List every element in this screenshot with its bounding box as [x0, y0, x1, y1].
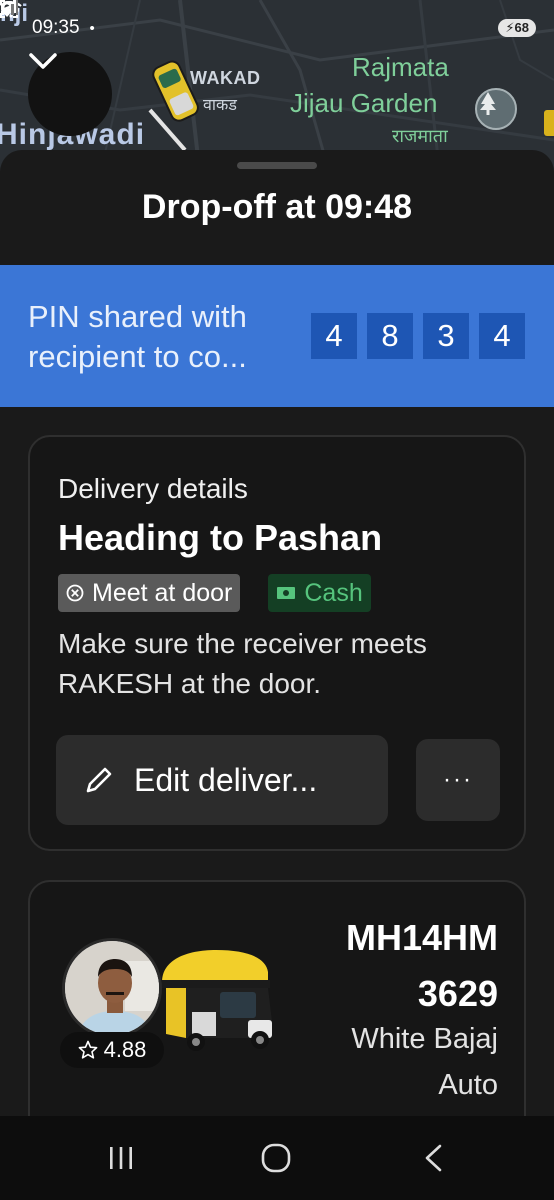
more-options-button[interactable]: ···: [416, 739, 500, 821]
driver-avatar[interactable]: [62, 938, 162, 1038]
home-icon: [261, 1143, 291, 1173]
cash-label: Cash: [304, 578, 363, 607]
delivery-heading: Heading to Pashan: [58, 517, 383, 558]
notification-icons: •: [0, 0, 95, 37]
edit-delivery-label: Edit deliver...: [134, 761, 318, 798]
collapse-button[interactable]: [28, 52, 112, 136]
auto-rickshaw-image: [162, 950, 272, 1051]
system-icons: ⚡68: [0, 0, 536, 37]
edit-delivery-button[interactable]: Edit deliver...: [56, 735, 388, 825]
pin-digit: 4: [311, 313, 357, 359]
driver-rating: 4.88: [60, 1032, 164, 1068]
pin-digit: 8: [367, 313, 413, 359]
map-label-wakad-marathi: वाकड: [203, 97, 237, 114]
pin-digit: 4: [479, 313, 525, 359]
sheet-drag-handle[interactable]: [237, 162, 317, 169]
map-label-wakad: WAKAD: [190, 68, 261, 88]
delivery-details-card: Delivery details Heading to Pashan Meet …: [28, 435, 526, 851]
signal-icon: [1, 0, 18, 15]
driver-vehicle-card[interactable]: 4.88 MH14HM 3629 White Bajaj Auto: [28, 880, 526, 1140]
back-icon: [425, 1144, 442, 1172]
meet-at-door-badge: Meet at door: [58, 574, 241, 612]
meet-at-door-label: Meet at door: [92, 578, 233, 607]
map-view[interactable]: nji WAKAD वाकड Rajmata Jijau Garden राजम…: [0, 0, 554, 175]
recent-apps-icon: [110, 1147, 132, 1169]
cash-icon: [277, 587, 296, 599]
door-x-icon: [66, 584, 84, 602]
license-plate-line2: 3629: [417, 973, 498, 1014]
system-navigation-bar: [0, 1116, 554, 1200]
recent-apps-button[interactable]: [104, 1138, 138, 1178]
dot-icon: •: [89, 19, 95, 37]
pin-banner: PIN shared with recipient to co... 4 8 3…: [0, 265, 554, 407]
tree-pin-icon[interactable]: [475, 88, 517, 130]
pin-digit: 3: [423, 313, 469, 359]
driver-photo: [65, 941, 159, 1035]
pencil-icon: [86, 767, 112, 793]
delivery-tags: Meet at door Cash: [58, 574, 371, 612]
pin-code: 4 8 3 4: [311, 313, 525, 359]
auto-rickshaw-icon: [152, 60, 199, 122]
map-label-jijau-garden: Jijau Garden: [290, 88, 438, 118]
status-time: 09:35: [32, 17, 80, 38]
vehicle-description: White Bajaj Auto: [351, 1023, 498, 1101]
chevron-down-icon: [29, 53, 57, 69]
trip-bottom-sheet[interactable]: Drop-off at 09:48 PIN shared with recipi…: [0, 150, 554, 1140]
pin-message: PIN shared with recipient to co...: [28, 299, 247, 374]
home-button[interactable]: [258, 1138, 294, 1178]
battery-indicator: ⚡68: [498, 19, 536, 37]
more-options-icon: ···: [443, 766, 473, 793]
delivery-note: Make sure the receiver meets RAKESH at t…: [58, 628, 427, 699]
status-bar: 09:35 • ⚡68: [0, 0, 554, 56]
map-label-rajmata: Rajmata: [352, 52, 449, 82]
dropoff-title: Drop-off at 09:48: [141, 188, 413, 226]
star-icon: [78, 1040, 97, 1059]
cash-badge: Cash: [268, 574, 371, 612]
license-plate-line1: MH14HM: [345, 917, 498, 958]
back-button[interactable]: [418, 1138, 448, 1178]
map-label-rajmata-marathi: राजमाता: [392, 126, 448, 146]
battery-bolt-icon: ⚡: [505, 20, 515, 35]
license-plate: MH14HM 3629: [346, 910, 498, 1022]
driver-rating-value: 4.88: [103, 1037, 147, 1062]
battery-level: 68: [514, 20, 529, 35]
delivery-details-label: Delivery details: [58, 473, 248, 504]
